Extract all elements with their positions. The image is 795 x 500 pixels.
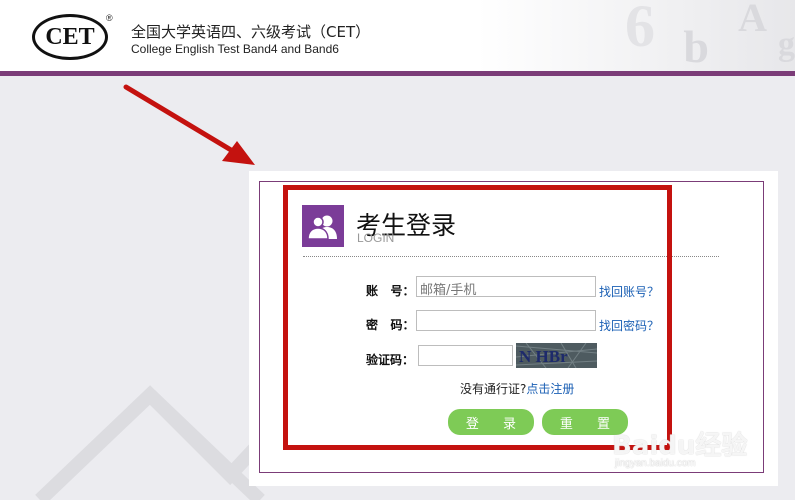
baidu-watermark: Baidu经验: [612, 431, 748, 461]
annotation-highlight-box: [283, 185, 672, 450]
baidu-watermark-url: jingyan.baidu.com: [615, 458, 696, 469]
